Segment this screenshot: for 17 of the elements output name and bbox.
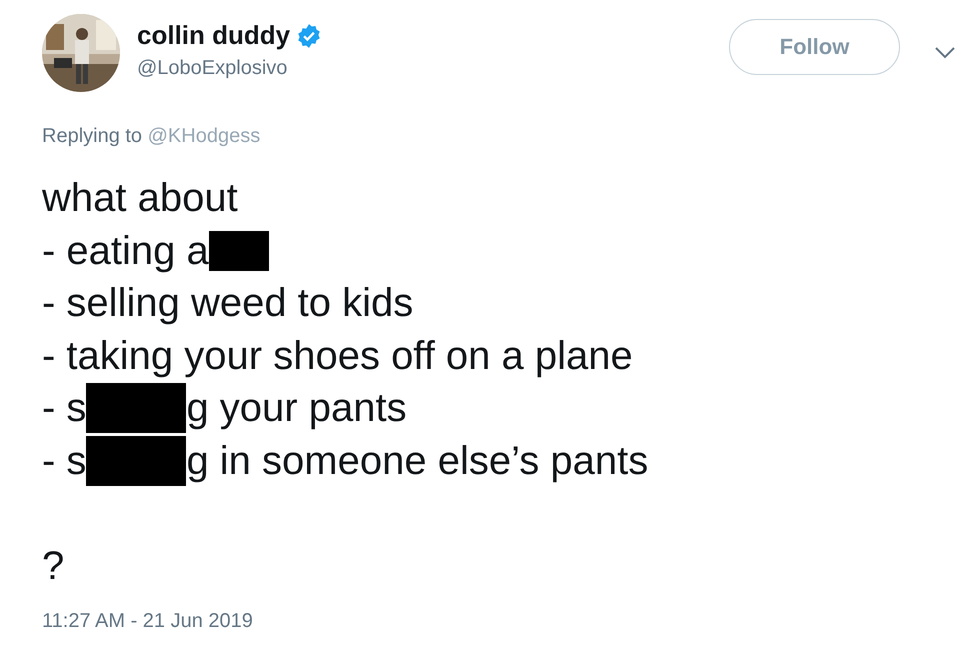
tweet-text: what about xyxy=(42,175,238,222)
tweet-text: g your pants xyxy=(186,385,407,432)
follow-button[interactable]: Follow xyxy=(729,19,900,75)
timestamp[interactable]: 11:27 AM - 21 Jun 2019 xyxy=(42,610,980,633)
chevron-down-icon[interactable] xyxy=(934,46,956,60)
mention-link[interactable]: @KHodgess xyxy=(148,125,260,147)
tweet-text: - eating a xyxy=(42,228,209,274)
tweet-text: ? xyxy=(42,542,64,590)
redaction-bar xyxy=(208,230,269,271)
tweet-text: - s xyxy=(42,385,86,432)
reply-context: Replying to @KHodgess xyxy=(42,125,262,148)
author-name[interactable]: collin duddy xyxy=(137,20,290,51)
tweet-text: - taking your shoes off on a plane xyxy=(42,332,633,380)
tweet-text: - s xyxy=(42,438,86,484)
author-handle[interactable]: @LoboExplosivo xyxy=(137,57,322,80)
tweet-text: g in someone else’s pants xyxy=(186,438,648,484)
tweet-text: - selling weed to kids xyxy=(42,280,414,327)
